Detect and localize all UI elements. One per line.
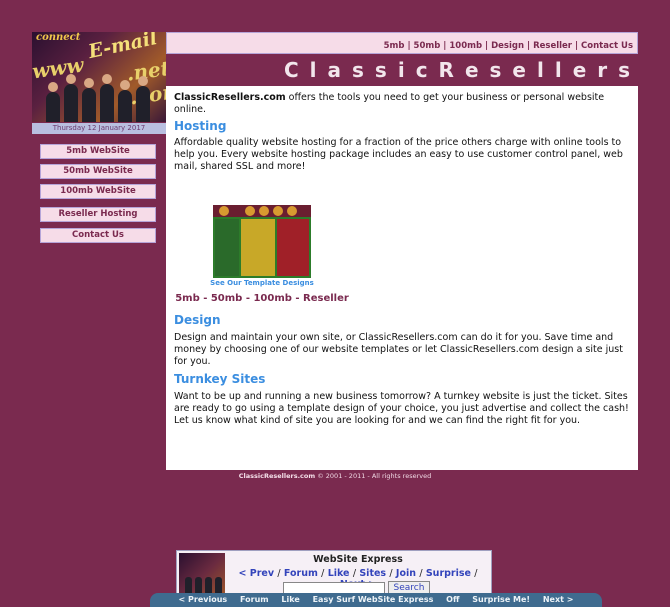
widget-link-separator: / <box>352 568 357 579</box>
intro-paragraph: ClassicResellers.com offers the tools yo… <box>174 92 636 116</box>
topnav-separator: | <box>407 41 411 51</box>
template-ball-icon <box>287 206 297 216</box>
current-date: Thursday 12 January 2017 <box>32 123 166 134</box>
template-ball-icon <box>219 206 229 216</box>
template-ball-icon <box>245 206 255 216</box>
top-navigation: 5mb | 50mb | 100mb | Design | Reseller |… <box>166 32 638 54</box>
template-preview-image[interactable] <box>213 205 311 278</box>
widget-link-separator: / <box>389 568 393 579</box>
widget-link-separator: / <box>419 568 423 579</box>
person-figure <box>100 74 114 122</box>
page-frame: connect E-mail www .net .com Thursday 12… <box>32 32 638 470</box>
widget-link-sites[interactable]: Sites <box>359 568 386 579</box>
main-content-lower: Design Design and maintain your own site… <box>174 314 636 427</box>
template-column <box>277 219 309 276</box>
topnav-link-5mb[interactable]: 5mb <box>384 41 405 51</box>
topnav-separator: | <box>443 41 447 51</box>
sidebar-item-reseller-hosting[interactable]: Reseller Hosting <box>40 207 156 222</box>
template-designs-link[interactable]: See Our Template Designs <box>182 279 342 287</box>
topnav-link-100mb[interactable]: 100mb <box>449 41 482 51</box>
bottom-toolbar: < Previous Forum Like Easy Surf WebSite … <box>150 593 602 607</box>
topnav-link-design[interactable]: Design <box>491 41 524 51</box>
template-column <box>241 219 275 276</box>
topnav-link-reseller[interactable]: Reseller <box>533 41 572 51</box>
sizes-links[interactable]: 5mb - 50mb - 100mb - Reseller <box>162 293 362 304</box>
widget-link-prev[interactable]: < Prev <box>238 568 274 579</box>
turnkey-heading: Turnkey Sites <box>174 372 266 386</box>
footer-brand: ClassicResellers.com <box>238 472 316 480</box>
footer: ClassicResellers.com © 2001 - 2011 - All… <box>32 471 638 482</box>
design-text: Design and maintain your own site, or Cl… <box>174 332 623 367</box>
topnav-separator: | <box>527 41 531 51</box>
turnkey-text: Want to be up and running a new business… <box>174 391 629 426</box>
footer-copyright: © 2001 - 2011 - All rights reserved <box>315 472 432 480</box>
sidebar-item-5mb-website[interactable]: 5mb WebSite <box>40 144 156 159</box>
logo-connect-text: connect <box>36 32 81 43</box>
intro-brand: ClassicResellers.com <box>174 92 286 103</box>
widget-link-separator: / <box>277 568 281 579</box>
sidebar-item-50mb-website[interactable]: 50mb WebSite <box>40 164 156 179</box>
site-logo[interactable]: connect E-mail www .net .com <box>32 32 166 122</box>
logo-people-image <box>46 72 154 122</box>
widget-link-like[interactable]: Like <box>328 568 350 579</box>
hosting-heading: Hosting <box>174 119 227 133</box>
site-banner-title: ClassicResellers.com <box>166 54 638 86</box>
sidebar: connect E-mail www .net .com Thursday 12… <box>32 32 166 470</box>
topnav-separator: | <box>574 41 579 51</box>
widget-link-surprise[interactable]: Surprise <box>426 568 471 579</box>
widget-link-join[interactable]: Join <box>396 568 416 579</box>
person-figure <box>46 82 60 122</box>
sidebar-item-contact-us[interactable]: Contact Us <box>40 228 156 243</box>
person-figure <box>136 76 150 122</box>
topnav-link-50mb[interactable]: 50mb <box>414 41 441 51</box>
template-ball-icon <box>259 206 269 216</box>
design-heading: Design <box>174 313 221 327</box>
widget-link-forum[interactable]: Forum <box>284 568 318 579</box>
widget-link-separator: / <box>321 568 325 579</box>
hosting-text: Affordable quality website hosting for a… <box>174 137 623 172</box>
widget-title: WebSite Express <box>313 554 403 565</box>
topnav-separator: | <box>485 41 489 51</box>
template-ball-icon <box>273 206 283 216</box>
sidebar-item-100mb-website[interactable]: 100mb WebSite <box>40 184 156 199</box>
person-figure <box>82 78 96 122</box>
person-figure <box>64 74 78 122</box>
person-figure <box>118 80 132 122</box>
widget-link-separator: / <box>474 568 478 579</box>
template-column <box>215 219 239 276</box>
main-content: ClassicResellers.com offers the tools yo… <box>174 92 636 173</box>
topnav-link-contact-us[interactable]: Contact Us <box>581 41 633 51</box>
